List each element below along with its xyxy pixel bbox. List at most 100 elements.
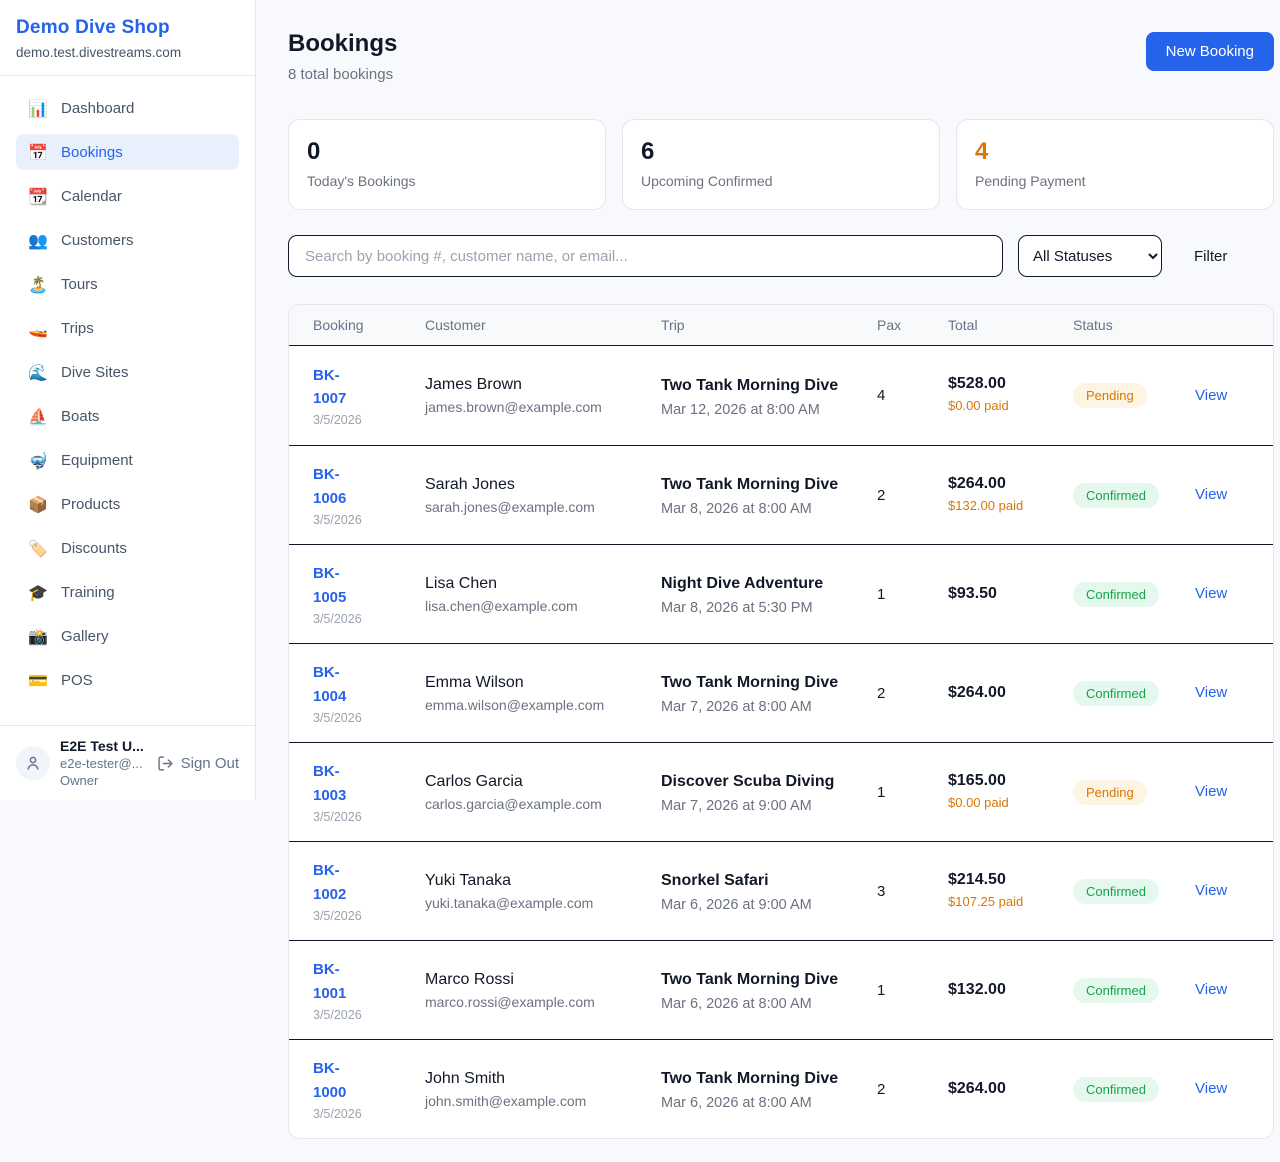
- paid-amount: $0.00 paid: [948, 794, 1044, 812]
- dashboard-icon: 📊: [28, 99, 48, 118]
- sidebar-item-trips[interactable]: 🚤 Trips: [16, 310, 239, 346]
- status-select[interactable]: All Statuses: [1018, 235, 1162, 277]
- booking-id-link[interactable]: BK-1004: [313, 661, 371, 708]
- stat-label: Today's Bookings: [307, 173, 587, 189]
- sidebar-item-products[interactable]: 📦 Products: [16, 486, 239, 522]
- view-link[interactable]: View: [1195, 1080, 1227, 1097]
- view-link[interactable]: View: [1195, 783, 1227, 800]
- table-body: BK-1007 3/5/2026 James Brown james.brown…: [289, 346, 1273, 1138]
- sidebar-item-tours[interactable]: 🏝️ Tours: [16, 266, 239, 302]
- booking-id-link[interactable]: BK-1002: [313, 859, 371, 906]
- customer-email: sarah.jones@example.com: [425, 499, 661, 515]
- total-amount: $528.00: [948, 375, 1073, 393]
- view-link[interactable]: View: [1195, 486, 1227, 503]
- booking-id-link[interactable]: BK-1000: [313, 1057, 371, 1104]
- customer-email: lisa.chen@example.com: [425, 598, 661, 614]
- sign-out-icon: [157, 755, 174, 772]
- sidebar-item-dive-sites[interactable]: 🌊 Dive Sites: [16, 354, 239, 390]
- stat-card-today-s-bookings: 0 Today's Bookings: [288, 119, 606, 210]
- pax-count: 2: [877, 487, 948, 504]
- trip-datetime: Mar 12, 2026 at 8:00 AM: [661, 402, 877, 418]
- sidebar-header: Demo Dive Shop demo.test.divestreams.com: [0, 0, 255, 76]
- total-amount: $132.00: [948, 981, 1073, 999]
- stat-value: 0: [307, 138, 587, 166]
- column-header-booking: Booking: [313, 317, 425, 333]
- status-badge: Confirmed: [1073, 681, 1159, 706]
- table-row: BK-1000 3/5/2026 John Smith john.smith@e…: [289, 1039, 1273, 1138]
- user-name: E2E Test U...: [60, 738, 144, 754]
- sign-out-button[interactable]: Sign Out: [157, 755, 239, 772]
- column-header-pax: Pax: [877, 317, 948, 333]
- sidebar-item-discounts[interactable]: 🏷️ Discounts: [16, 530, 239, 566]
- customer-name: Carlos Garcia: [425, 773, 661, 791]
- search-input[interactable]: [288, 235, 1003, 277]
- pos-icon: 💳: [28, 671, 48, 690]
- filter-button[interactable]: Filter: [1194, 248, 1227, 265]
- stat-cards: 0 Today's Bookings 6 Upcoming Confirmed …: [288, 119, 1274, 210]
- sidebar-item-boats[interactable]: ⛵ Boats: [16, 398, 239, 434]
- booking-date: 3/5/2026: [313, 810, 425, 824]
- new-booking-button[interactable]: New Booking: [1146, 32, 1274, 71]
- customer-name: Marco Rossi: [425, 971, 661, 989]
- sidebar-item-gallery[interactable]: 📸 Gallery: [16, 618, 239, 654]
- booking-id-link[interactable]: BK-1005: [313, 562, 371, 609]
- view-link[interactable]: View: [1195, 981, 1227, 998]
- trip-name: Snorkel Safari: [661, 869, 843, 893]
- table-row: BK-1001 3/5/2026 Marco Rossi marco.rossi…: [289, 940, 1273, 1039]
- booking-id-link[interactable]: BK-1003: [313, 760, 371, 807]
- stat-value: 4: [975, 138, 1255, 166]
- paid-amount: $107.25 paid: [948, 893, 1044, 911]
- total-amount: $214.50: [948, 871, 1073, 889]
- status-badge: Confirmed: [1073, 483, 1159, 508]
- sidebar-item-equipment[interactable]: 🤿 Equipment: [16, 442, 239, 478]
- table-row: BK-1004 3/5/2026 Emma Wilson emma.wilson…: [289, 643, 1273, 742]
- trips-icon: 🚤: [28, 319, 48, 338]
- booking-id-link[interactable]: BK-1007: [313, 364, 371, 411]
- view-link[interactable]: View: [1195, 684, 1227, 701]
- sidebar-item-label: Dashboard: [61, 100, 134, 117]
- booking-date: 3/5/2026: [313, 413, 425, 427]
- sidebar-item-pos[interactable]: 💳 POS: [16, 662, 239, 698]
- sidebar-item-dashboard[interactable]: 📊 Dashboard: [16, 90, 239, 126]
- booking-date: 3/5/2026: [313, 711, 425, 725]
- trip-datetime: Mar 6, 2026 at 8:00 AM: [661, 996, 877, 1012]
- booking-id-link[interactable]: BK-1001: [313, 958, 371, 1005]
- bookings-count: 8 total bookings: [288, 66, 397, 83]
- trip-name: Two Tank Morning Dive: [661, 671, 843, 695]
- column-header-customer: Customer: [425, 317, 661, 333]
- customer-name: John Smith: [425, 1070, 661, 1088]
- booking-date: 3/5/2026: [313, 909, 425, 923]
- sidebar-item-bookings[interactable]: 📅 Bookings: [16, 134, 239, 170]
- view-link[interactable]: View: [1195, 387, 1227, 404]
- view-link[interactable]: View: [1195, 585, 1227, 602]
- view-link[interactable]: View: [1195, 882, 1227, 899]
- total-amount: $93.50: [948, 585, 1073, 603]
- shop-domain: demo.test.divestreams.com: [16, 45, 239, 60]
- status-badge: Confirmed: [1073, 582, 1159, 607]
- status-badge: Pending: [1073, 383, 1147, 408]
- user-info: E2E Test U... e2e-tester@... Owner: [60, 738, 144, 788]
- sidebar-item-label: Tours: [61, 276, 98, 293]
- trip-name: Two Tank Morning Dive: [661, 968, 843, 992]
- sidebar-item-customers[interactable]: 👥 Customers: [16, 222, 239, 258]
- sidebar-item-label: Discounts: [61, 540, 127, 557]
- total-amount: $165.00: [948, 772, 1073, 790]
- trip-name: Two Tank Morning Dive: [661, 1067, 843, 1091]
- stat-value: 6: [641, 138, 921, 166]
- booking-id-link[interactable]: BK-1006: [313, 463, 371, 510]
- trip-datetime: Mar 6, 2026 at 8:00 AM: [661, 1095, 877, 1111]
- customer-name: Sarah Jones: [425, 476, 661, 494]
- trip-datetime: Mar 7, 2026 at 8:00 AM: [661, 699, 877, 715]
- status-badge: Confirmed: [1073, 978, 1159, 1003]
- bookings-table: BookingCustomerTripPaxTotalStatus BK-100…: [288, 304, 1274, 1139]
- booking-date: 3/5/2026: [313, 1008, 425, 1022]
- sidebar-item-training[interactable]: 🎓 Training: [16, 574, 239, 610]
- sidebar-item-label: Customers: [61, 232, 134, 249]
- app-root: Demo Dive Shop demo.test.divestreams.com…: [0, 0, 1280, 1162]
- stat-card-pending-payment: 4 Pending Payment: [956, 119, 1274, 210]
- sidebar: Demo Dive Shop demo.test.divestreams.com…: [0, 0, 256, 800]
- sidebar-item-label: Gallery: [61, 628, 109, 645]
- paid-amount: $0.00 paid: [948, 397, 1044, 415]
- user-email: e2e-tester@...: [60, 756, 144, 771]
- sidebar-item-calendar[interactable]: 📆 Calendar: [16, 178, 239, 214]
